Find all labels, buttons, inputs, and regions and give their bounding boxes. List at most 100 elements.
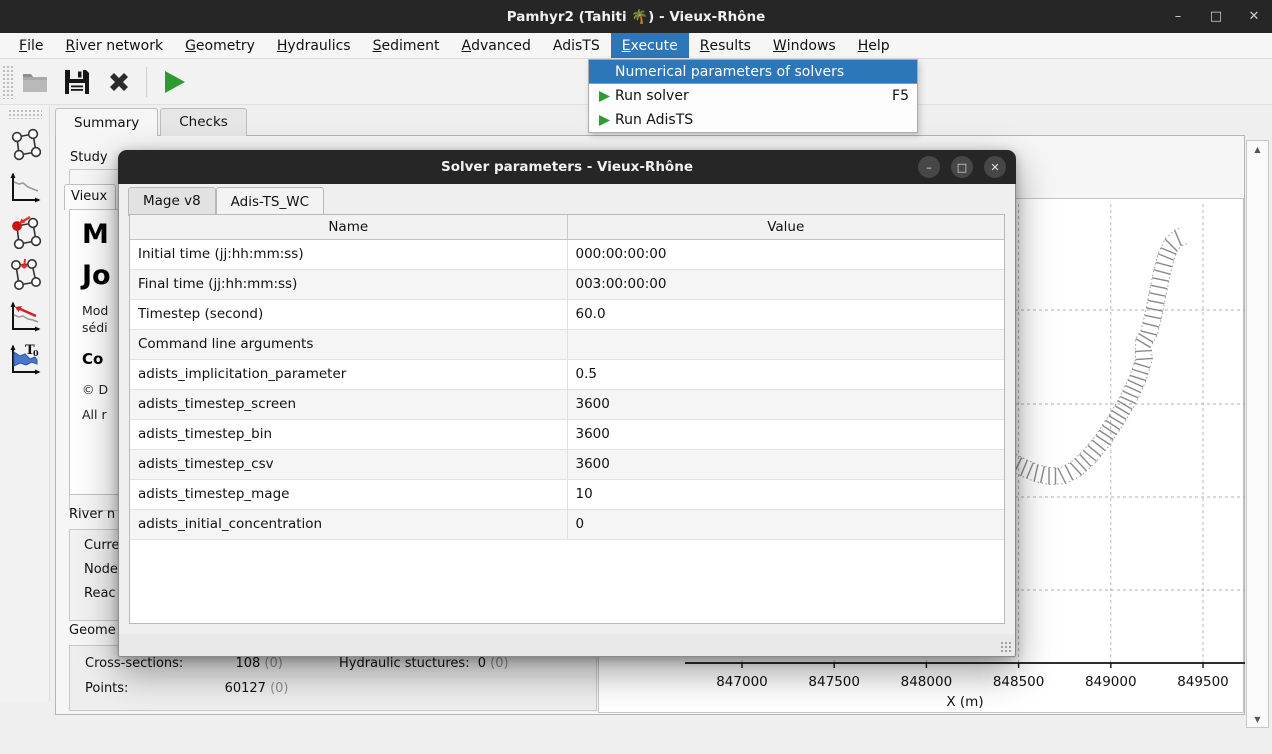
profile-update-button[interactable] <box>4 295 46 338</box>
profile-chart-icon <box>8 170 42 206</box>
menu-advanced[interactable]: Advanced <box>450 33 541 58</box>
column-header-value[interactable]: Value <box>567 215 1004 239</box>
dialog-resize-grip[interactable] <box>1000 641 1012 653</box>
hydraulic-structures-extra: (0) <box>490 656 508 671</box>
param-value[interactable]: 3600 <box>567 419 1004 449</box>
network-current-node-button[interactable] <box>4 209 46 252</box>
param-name: Command line arguments <box>130 329 567 359</box>
study-tab[interactable]: Vieux <box>64 184 116 210</box>
x-tick-label: 849500 <box>1177 674 1229 690</box>
svg-text:0: 0 <box>33 348 39 358</box>
dialog-tab-mage-v8[interactable]: Mage v8 <box>128 187 216 216</box>
x-tick-label: 849000 <box>1085 674 1137 690</box>
param-row: adists_timestep_mage10 <box>130 479 1004 509</box>
x-tick-label: 848000 <box>901 674 953 690</box>
menu-item-run-adists[interactable]: Run AdisTS <box>589 108 917 132</box>
param-value[interactable]: 0 <box>567 509 1004 539</box>
points-stat: Points: 60127 (0) <box>85 681 289 696</box>
side-toolbar: T 0 <box>0 105 50 701</box>
menu-windows[interactable]: Windows <box>762 33 847 58</box>
cross-icon <box>106 69 132 95</box>
toolbar-grip[interactable] <box>2 65 14 99</box>
t0-chart-icon: T 0 <box>8 342 42 378</box>
vertical-scrollbar[interactable]: ▲ ▼ <box>1246 140 1269 728</box>
play-icon <box>593 114 615 127</box>
menu-hydraulics[interactable]: Hydraulics <box>266 33 362 58</box>
dialog-tab-adis-ts-wc[interactable]: Adis-TS_WC <box>216 187 324 216</box>
param-row: Final time (jj:hh:mm:ss)003:00:00:00 <box>130 269 1004 299</box>
scroll-up-icon[interactable]: ▲ <box>1247 141 1268 157</box>
menu-adists[interactable]: AdisTS <box>542 33 611 58</box>
param-value[interactable]: 000:00:00:00 <box>567 239 1004 269</box>
param-name: adists_timestep_mage <box>130 479 567 509</box>
menu-item-shortcut: F5 <box>892 88 909 104</box>
dialog-footer <box>119 634 1015 656</box>
dialog-maximize-icon[interactable]: □ <box>951 156 973 178</box>
menu-item-run-solver[interactable]: Run solverF5 <box>589 84 917 108</box>
menu-item-numerical-parameters-of-solvers[interactable]: Numerical parameters of solvers <box>589 60 917 84</box>
floppy-icon <box>64 69 90 95</box>
param-name: adists_timestep_bin <box>130 419 567 449</box>
tab-checks[interactable]: Checks <box>160 108 247 136</box>
play-icon <box>593 90 615 103</box>
dialog-minimize-icon[interactable]: – <box>918 156 940 178</box>
toolbar-separator <box>146 67 147 97</box>
points-extra: (0) <box>270 681 288 696</box>
river-network-button[interactable] <box>4 123 46 166</box>
param-name: Initial time (jj:hh:mm:ss) <box>130 239 567 269</box>
save-button[interactable] <box>57 62 97 102</box>
window-titlebar[interactable]: Pamhyr2 (Tahiti 🌴) - Vieux-Rhône – □ ✕ <box>0 0 1272 33</box>
points-value: 60127 <box>225 681 266 696</box>
execute-menu-dropdown: Numerical parameters of solvers Run solve… <box>588 59 918 133</box>
close-study-button[interactable] <box>99 62 139 102</box>
param-value[interactable]: 3600 <box>567 449 1004 479</box>
initial-conditions-button[interactable]: T 0 <box>4 338 46 381</box>
menu-item-label: Run solver <box>615 88 892 104</box>
window-controls: – □ ✕ <box>1170 0 1262 33</box>
dialog-close-icon[interactable]: ✕ <box>984 156 1006 178</box>
menu-item-label: Numerical parameters of solvers <box>615 64 909 80</box>
param-row: Initial time (jj:hh:mm:ss)000:00:00:00 <box>130 239 1004 269</box>
menu-file[interactable]: File <box>8 33 54 58</box>
param-name: Final time (jj:hh:mm:ss) <box>130 269 567 299</box>
folder-icon <box>21 70 49 94</box>
longitudinal-profile-button[interactable] <box>4 166 46 209</box>
param-value[interactable]: 0.5 <box>567 359 1004 389</box>
param-value[interactable] <box>567 329 1004 359</box>
param-name: Timestep (second) <box>130 299 567 329</box>
param-row: Command line arguments <box>130 329 1004 359</box>
menu-help[interactable]: Help <box>847 33 901 58</box>
menu-results[interactable]: Results <box>689 33 762 58</box>
param-row: adists_timestep_bin3600 <box>130 419 1004 449</box>
side-toolbar-grip[interactable] <box>8 109 42 119</box>
menu-item-label: Run AdisTS <box>615 112 909 128</box>
points-label: Points: <box>85 681 128 696</box>
param-row: adists_implicitation_parameter0.5 <box>130 359 1004 389</box>
param-value[interactable]: 3600 <box>567 389 1004 419</box>
column-header-name[interactable]: Name <box>130 215 567 239</box>
hydraulic-structures-stat: Hydraulic stuctures: 0 (0) <box>339 656 509 671</box>
menu-geometry[interactable]: Geometry <box>174 33 266 58</box>
maximize-icon[interactable]: □ <box>1208 9 1224 24</box>
hydraulic-structures-value: 0 <box>478 656 486 671</box>
open-button[interactable] <box>15 62 55 102</box>
param-row: adists_initial_concentration0 <box>130 509 1004 539</box>
param-value[interactable]: 60.0 <box>567 299 1004 329</box>
scroll-down-icon[interactable]: ▼ <box>1247 711 1268 727</box>
dialog-titlebar[interactable]: Solver parameters - Vieux-Rhône – □ ✕ <box>118 150 1016 184</box>
param-value[interactable]: 003:00:00:00 <box>567 269 1004 299</box>
run-solver-button[interactable] <box>154 62 194 102</box>
minimize-icon[interactable]: – <box>1170 9 1186 24</box>
network-edit-button[interactable] <box>4 252 46 295</box>
menu-sediment[interactable]: Sediment <box>362 33 451 58</box>
menu-river-network[interactable]: River network <box>54 33 174 58</box>
x-axis-label: X (m) <box>946 694 983 710</box>
dialog-title: Solver parameters - Vieux-Rhône <box>441 159 693 175</box>
cross-sections-stat: Cross-sections: 108 (0) <box>85 656 283 671</box>
param-value[interactable]: 10 <box>567 479 1004 509</box>
x-tick-label: 847500 <box>808 674 860 690</box>
tab-summary[interactable]: Summary <box>55 108 158 136</box>
network-node-red-icon <box>8 213 42 249</box>
close-icon[interactable]: ✕ <box>1246 9 1262 24</box>
menu-execute[interactable]: Execute <box>611 33 689 58</box>
